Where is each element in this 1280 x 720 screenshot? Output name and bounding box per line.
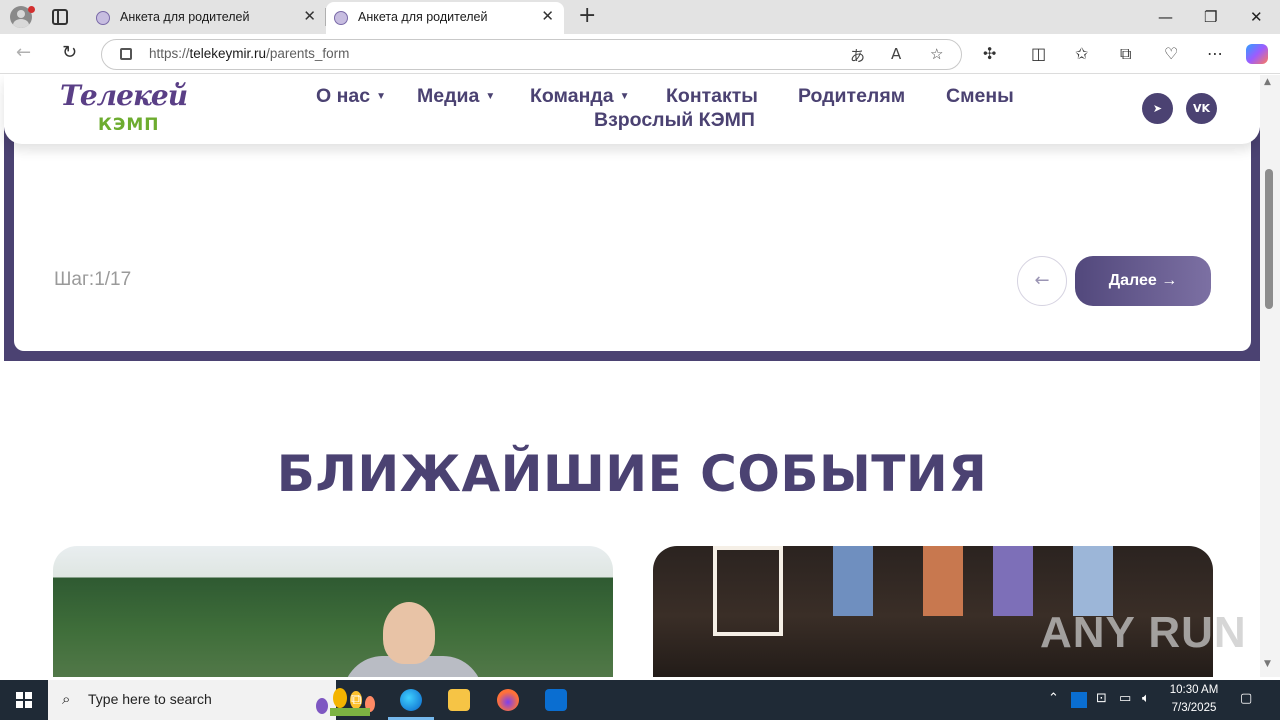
file-explorer-icon[interactable] [448,689,470,711]
event-photo-decor [923,546,963,616]
site-logo[interactable]: Телекей КЭМП [60,79,200,139]
vk-icon[interactable]: VK [1186,93,1217,124]
telegram-icon[interactable]: ➤ [1142,93,1173,124]
more-menu-icon[interactable]: ⋯ [1207,44,1223,63]
watermark: ANY RUN [1040,608,1247,657]
nav-about[interactable]: О нас ▼ [316,85,386,108]
nav-adult-camp[interactable]: Взрослый КЭМП [594,109,755,132]
scrollbar-thumb[interactable] [1265,169,1273,309]
restore-icon[interactable]: ❐ [1204,8,1217,26]
page-scrollbar[interactable]: ▲ ▼ [1260,75,1280,677]
close-tab-icon[interactable]: ✕ [541,7,554,25]
event-photo [713,546,783,636]
task-view-icon[interactable]: ⧉ [351,690,362,708]
back-arrow-icon[interactable]: ← [16,42,31,63]
prev-step-button[interactable]: ← [1017,256,1067,306]
notification-dot [28,6,35,13]
event-photo-decor [833,546,873,616]
search-icon: ⌕ [62,690,71,708]
clock-date[interactable]: 7/3/2025 [1164,702,1224,714]
tab-title: Анкета для родителей [120,10,250,24]
tab-title: Анкета для родителей [358,10,488,24]
close-tab-icon[interactable]: ✕ [303,7,316,25]
edge-app-icon[interactable] [400,689,422,711]
event-photo-decor [993,546,1033,616]
vk-icon-text: VK [1192,102,1211,115]
nav-team-label: Команда [530,85,614,107]
url-scheme: https:// [149,46,190,61]
url-domain: telekeymir.ru [189,46,267,61]
windows-taskbar: ⌕ Type here to search ⧉ ⌃ ⊡ ▭ 🔈︎ 10:30 A… [0,680,1280,720]
tab-actions-icon[interactable] [52,9,68,25]
site-favicon-icon [96,11,110,25]
browser-tab[interactable]: Анкета для родителей ✕ [88,2,326,34]
browser-tab-bar: Анкета для родителей ✕ Анкета для родите… [0,0,1280,34]
events-heading: БЛИЖАЙШИЕ СОБЫТИЯ [276,445,988,503]
show-hidden-icons-icon[interactable]: ⌃ [1048,691,1059,706]
favorite-star-icon[interactable]: ☆ [930,45,943,63]
browser-tab-active[interactable]: Анкета для родителей ✕ [326,2,564,34]
caret-down-icon: ▼ [619,91,630,103]
translate-icon[interactable]: あ [850,45,865,66]
collections-icon[interactable]: ⧉ [1120,44,1131,64]
volume-icon[interactable]: 🔈︎ [1142,691,1150,706]
nav-media[interactable]: Медиа ▼ [417,85,495,108]
nav-team[interactable]: Команда ▼ [530,85,629,108]
tulips-decoration-icon [316,688,375,716]
outlook-tray-icon[interactable] [1071,692,1087,708]
nav-sessions[interactable]: Смены [946,85,1014,108]
event-card[interactable] [53,546,613,677]
taskbar-search[interactable]: ⌕ Type here to search [48,680,375,720]
event-photo-decor [1073,546,1113,616]
close-window-icon[interactable]: ✕ [1250,8,1263,26]
device-icon[interactable]: ⊡ [1096,691,1107,706]
new-tab-icon[interactable]: + [578,3,596,28]
next-step-button[interactable]: Далее → [1075,256,1211,306]
notifications-icon[interactable]: ▢ [1240,691,1252,706]
nav-contacts[interactable]: Контакты [666,85,758,108]
nav-about-label: О нас [316,85,371,107]
url-path: /parents_form [266,46,350,61]
read-aloud-icon[interactable]: A [891,45,901,63]
caret-down-icon: ▼ [376,91,386,103]
url-text: https://telekeymir.ru/parents_form [149,46,349,61]
site-favicon-icon [334,11,348,25]
network-icon[interactable]: ▭ [1119,691,1131,706]
logo-wordmark: Телекей [60,79,188,112]
page-viewport: Шаг:1/17 ← Далее → Телекей КЭМП О нас ▼ М… [0,75,1260,677]
split-screen-icon[interactable]: ◫ [1031,44,1046,63]
address-toolbar: ← ↻ https://telekeymir.ru/parents_form あ… [0,34,1280,74]
nav-parents[interactable]: Родителям [798,85,905,108]
caret-down-icon: ▼ [485,91,496,103]
scroll-down-icon[interactable]: ▼ [1264,659,1271,669]
outlook-icon[interactable] [545,689,567,711]
logo-subtitle: КЭМП [98,115,160,135]
minimize-icon[interactable]: — [1158,8,1173,26]
extensions-icon[interactable]: ✣ [983,44,996,63]
step-counter: Шаг:1/17 [54,269,132,290]
address-bar[interactable]: https://telekeymir.ru/parents_form あ A ☆ [101,39,962,70]
search-placeholder: Type here to search [88,691,212,707]
event-photo-person [383,602,435,664]
nav-media-label: Медиа [417,85,480,107]
arrow-left-icon: ← [1034,270,1050,291]
copilot-icon[interactable] [1246,44,1268,64]
windows-start-icon[interactable] [16,692,32,708]
clock-time[interactable]: 10:30 AM [1164,684,1224,696]
scroll-up-icon[interactable]: ▲ [1264,77,1271,87]
browser-essentials-icon[interactable]: ♡ [1164,44,1178,63]
reload-icon[interactable]: ↻ [62,42,77,63]
favorites-icon[interactable]: ✩ [1075,44,1088,63]
site-header: Телекей КЭМП О нас ▼ Медиа ▼ Команда ▼ Конт… [4,75,1260,144]
firefox-icon[interactable] [497,689,519,711]
site-info-icon[interactable] [120,48,132,60]
